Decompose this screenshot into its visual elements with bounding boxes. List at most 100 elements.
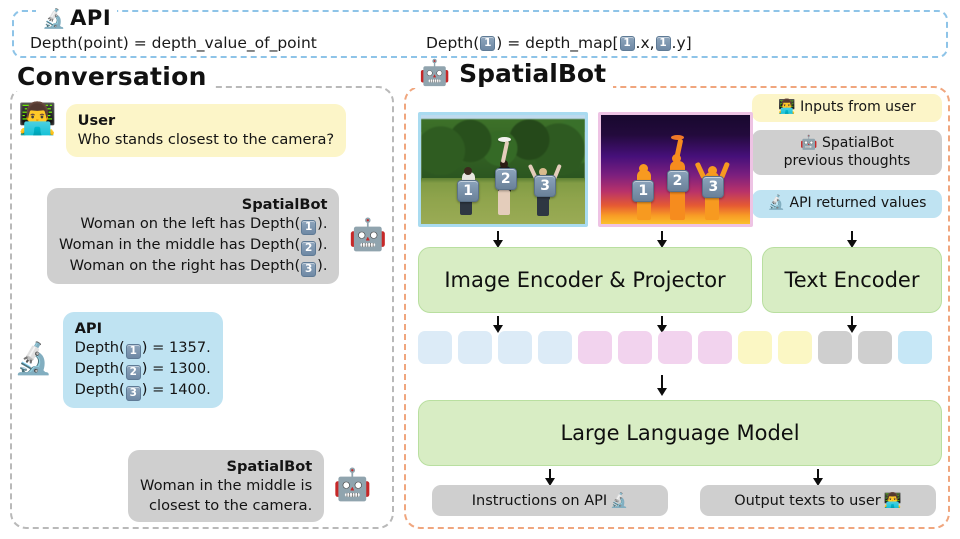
large-language-model-box[interactable]: Large Language Model — [418, 400, 942, 466]
api-panel-title: 🔬 API — [36, 6, 118, 30]
robot-legend-icon: 🤖 — [800, 135, 818, 151]
api-values-bubble: API Depth(1) = 1357. Depth(2) = 1300. De… — [62, 312, 223, 408]
api-panel-title-text: API — [70, 6, 112, 30]
user-message-text: Who stands closest to the camera? — [77, 131, 335, 149]
api-badge-3: 3 — [125, 385, 141, 401]
robot-avatar-icon-2: 🤖 — [333, 467, 372, 504]
conversation-message-bot-depths: SpatialBot Woman on the left has Depth(1… — [47, 188, 387, 284]
bot-depths-line-1-pre: Woman on the left has Depth( — [80, 215, 301, 233]
api-formula-part-1: ) = depth_map[ — [496, 34, 619, 52]
rgb-badge-3[interactable]: 3 — [534, 174, 557, 197]
legend-api-label: API returned values — [789, 195, 927, 211]
bot-answer-line-2: closest to the camera. — [149, 496, 313, 514]
depth-badge-2[interactable]: 2 — [666, 169, 689, 192]
rgb-input-image[interactable]: 1 2 3 — [418, 112, 588, 227]
legend-inputs-label: Inputs from user — [800, 99, 916, 115]
spatialbot-title: 🤖 SpatialBot — [412, 58, 614, 88]
rgb-scene: 1 2 3 — [421, 115, 585, 224]
token-square — [418, 331, 452, 364]
api-values-line-3-post: ) = 1400. — [141, 380, 211, 398]
point-badge-1b: 1 — [619, 35, 635, 51]
image-encoder-label: Image Encoder & Projector — [444, 268, 726, 292]
bot-depths-line-3: Woman on the right has Depth(3). — [59, 256, 327, 277]
microscope-output-icon: 🔬 — [610, 493, 629, 509]
user-message-sender: User — [77, 112, 116, 129]
bot-depths-line-3-pre: Woman on the right has Depth( — [69, 256, 301, 274]
microscope-icon: 🔬 — [42, 7, 67, 30]
image-encoder-box[interactable]: Image Encoder & Projector — [418, 247, 752, 313]
bot-depths-line-2-post: ). — [317, 236, 328, 253]
api-formula-part-3: .y] — [671, 34, 692, 52]
legend-thoughts-label2: previous thoughts — [783, 152, 911, 169]
instructions-on-api-label: Instructions on API — [471, 492, 608, 509]
point-badge-1: 1 — [480, 35, 496, 51]
bot-answer-sender: SpatialBot — [226, 458, 313, 475]
legend-previous-thoughts: 🤖 SpatialBot previous thoughts — [752, 130, 942, 175]
arrow-rgb-to-image-encoder — [493, 231, 503, 248]
legend-thoughts-label1: SpatialBot — [822, 135, 894, 151]
api-values-line-2-pre: Depth( — [74, 360, 125, 377]
depth-map-image[interactable]: 1 2 3 — [598, 112, 753, 227]
point-badge-1c: 1 — [655, 35, 671, 51]
screenshot-root: 🔬 API Depth(point) = depth_value_of_poin… — [0, 0, 960, 539]
api-badge-2: 2 — [125, 364, 141, 380]
arrow-text-encoder-to-tokens — [847, 316, 857, 333]
instructions-on-api-box[interactable]: Instructions on API 🔬 — [432, 485, 668, 516]
text-encoder-label: Text Encoder — [784, 268, 920, 292]
player-2-legs — [498, 190, 511, 216]
conversation-message-bot-answer: SpatialBot Woman in the middle is closes… — [128, 450, 372, 522]
arrow-legend-to-text-encoder — [847, 231, 857, 248]
api-formula-generic: Depth(point) = depth_value_of_point — [30, 34, 317, 52]
arrow-image-encoder-to-tokens-b — [657, 316, 667, 333]
legend-inputs-from-user: 👨‍💻 Inputs from user — [752, 94, 942, 122]
user-legend-icon: 👨‍💻 — [778, 99, 796, 115]
user-output-icon: 👨‍💻 — [883, 493, 902, 509]
api-values-line-1: Depth(1) = 1357. — [75, 338, 211, 359]
token-square — [618, 331, 652, 364]
bot-depths-line-2-pre: Woman in the middle has Depth( — [59, 236, 301, 253]
robot-avatar-icon: 🤖 — [348, 217, 388, 254]
bot-depths-line-1-post: ). — [317, 215, 328, 233]
api-values-line-1-pre: Depth( — [74, 339, 125, 357]
rgb-badge-2[interactable]: 2 — [494, 168, 517, 191]
depth-person-3-head — [707, 166, 717, 176]
token-sequence — [418, 331, 932, 364]
api-formula-part-2: .x, — [635, 34, 655, 52]
large-language-model-label: Large Language Model — [560, 421, 800, 445]
arrow-image-encoder-to-tokens-a — [493, 316, 503, 333]
conversation-message-user: 👨‍💻 User Who stands closest to the camer… — [18, 101, 347, 157]
arrow-depth-to-image-encoder — [657, 231, 667, 248]
token-square — [738, 331, 772, 364]
token-square — [898, 331, 932, 364]
text-encoder-box[interactable]: Text Encoder — [762, 247, 942, 313]
api-values-line-3-pre: Depth( — [74, 380, 125, 398]
api-badge-1: 1 — [125, 344, 141, 359]
token-square — [818, 331, 852, 364]
token-square — [658, 331, 692, 364]
bot-depths-line-3-post: ). — [317, 256, 328, 274]
robot-icon: 🤖 — [419, 58, 451, 87]
legend-api-returned-values: 🔬 API returned values — [752, 190, 942, 218]
user-avatar-icon: 👨‍💻 — [18, 101, 57, 137]
depth-badge-3[interactable]: 3 — [702, 176, 725, 199]
bot-depths-line-2: Woman in the middle has Depth(2). — [59, 235, 327, 256]
depth-scene: 1 2 3 — [601, 115, 750, 224]
token-square — [538, 331, 572, 364]
api-definition-panel: 🔬 API Depth(point) = depth_value_of_poin… — [12, 6, 948, 58]
conversation-title: Conversation — [10, 62, 214, 91]
api-formula-indexed: Depth( 1 ) = depth_map[ 1 .x, 1 .y] — [426, 34, 692, 52]
api-values-line-2-post: ) = 1300. — [141, 360, 211, 377]
output-texts-label: Output texts to user — [734, 492, 881, 509]
player-3-legs — [537, 195, 550, 216]
arrow-llm-to-output — [813, 469, 823, 486]
rgb-badge-1[interactable]: 1 — [457, 180, 480, 203]
token-square — [698, 331, 732, 364]
spatialbot-title-text: SpatialBot — [459, 58, 607, 88]
token-square — [498, 331, 532, 364]
bot-depths-line-1: Woman on the left has Depth(1). — [59, 214, 327, 235]
microscope-legend-icon: 🔬 — [767, 195, 786, 211]
output-texts-to-user-box[interactable]: Output texts to user 👨‍💻 — [700, 485, 936, 516]
legend-thoughts-row1: 🤖 SpatialBot — [760, 135, 934, 153]
depth-badge-1[interactable]: 1 — [632, 180, 655, 203]
token-square — [578, 331, 612, 364]
